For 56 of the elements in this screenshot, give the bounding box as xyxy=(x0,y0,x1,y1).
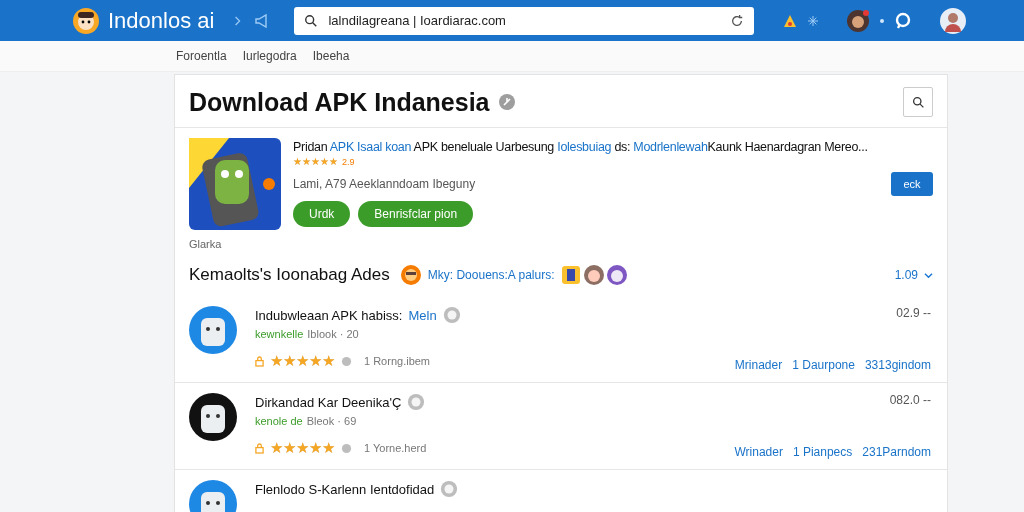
lock-icon xyxy=(255,355,264,367)
app-meta: Lami, A79 Aeeklanndoam Ibeguny xyxy=(293,177,477,191)
app-category: kewnkelle xyxy=(255,328,304,340)
lock-icon xyxy=(255,442,264,454)
star-rating: ★★★★★ xyxy=(270,352,335,370)
nav-link[interactable]: Iurlegodra xyxy=(242,49,297,63)
app-title[interactable]: Dirkandad Kar Deenika'Ç xyxy=(255,394,402,410)
app-link[interactable]: Mrinader xyxy=(734,358,783,372)
app-title-tag: Meln xyxy=(408,307,437,323)
user-avatar-icon[interactable] xyxy=(940,7,967,34)
download-button[interactable]: Urdk xyxy=(293,201,351,227)
search-icon xyxy=(911,95,925,109)
mascot-logo-icon xyxy=(72,6,100,35)
app-link[interactable]: 3313gindom xyxy=(864,358,931,372)
dot-icon[interactable] xyxy=(880,18,885,23)
review-count: 1 Yorne.herd xyxy=(364,442,427,454)
app-version: 02.9 -- xyxy=(896,306,931,320)
page-title: Download APK Indanesia xyxy=(189,87,490,117)
nav-link[interactable]: Ibeeha xyxy=(312,49,350,63)
star-rating: ★★★★★ xyxy=(293,156,338,167)
robot-app-icon xyxy=(189,138,281,230)
search-icon xyxy=(304,13,319,28)
search-field[interactable]: lalndilagreana | Ioardiarac.com xyxy=(294,6,755,35)
app-link[interactable]: 231Parndom xyxy=(862,445,931,459)
app-description: Pridan APK Isaal koan APK beneluale Uarbesung Iolesbuiag ds: ModrlenlewahKaunk Haenardagran Mereo... xyxy=(293,140,869,154)
star-rating: ★★★★★ xyxy=(270,439,335,457)
side-button[interactable]: eck xyxy=(891,172,933,196)
download-button[interactable]: Benrisfclar pion xyxy=(358,201,474,227)
caption: Glarka xyxy=(189,238,223,250)
rating-value: 2.9 xyxy=(342,156,355,167)
app-link[interactable]: 1 Daurpone xyxy=(792,358,855,372)
app-link[interactable]: 1 Pianpecs xyxy=(792,445,853,459)
brand-name[interactable]: Indonlos ai xyxy=(108,7,215,34)
chevron-down-icon[interactable] xyxy=(924,271,933,279)
section-title: Kemaolts's Ioonabag Ades xyxy=(189,265,390,285)
refresh-icon[interactable] xyxy=(730,13,745,28)
app-subtitle: Iblook · 20 xyxy=(307,328,359,340)
app-avatar-icon xyxy=(189,306,237,354)
app-title[interactable]: Flenlodo S-Karlenn Ientdofidad xyxy=(255,481,435,497)
app-link[interactable]: Wrinader xyxy=(734,445,783,459)
avatar-icon[interactable] xyxy=(846,8,871,33)
chat-icon[interactable] xyxy=(894,11,913,30)
app-subtitle: Bleok · 69 xyxy=(306,415,357,427)
review-count: 1 Rorng.ibem xyxy=(364,355,431,367)
search-button[interactable] xyxy=(903,87,933,117)
app-version: 082.0 -- xyxy=(889,393,931,407)
chevron-icon[interactable] xyxy=(234,14,243,27)
section-note: Mky: Doouens:A palurs: xyxy=(427,268,555,282)
app-category: kenole de xyxy=(255,415,303,427)
nav-link[interactable]: Foroentla xyxy=(176,49,227,63)
app-avatar-icon xyxy=(189,393,237,441)
app-icons-drawing xyxy=(560,264,627,286)
app-title[interactable]: Indubwleaan APK habiss: xyxy=(255,307,403,323)
section-count[interactable]: 1.09 xyxy=(894,268,918,282)
smiley-icon xyxy=(399,264,422,286)
sparkle-icon[interactable] xyxy=(808,15,819,26)
